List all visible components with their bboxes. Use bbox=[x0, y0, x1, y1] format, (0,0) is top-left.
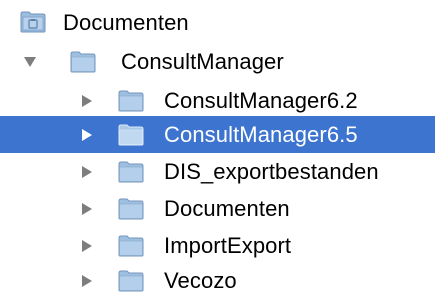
tree-item-vecozo[interactable]: Vecozo bbox=[0, 262, 435, 295]
tree-item-label: Documenten bbox=[63, 10, 189, 35]
disclosure-triangle-right-icon[interactable] bbox=[80, 165, 94, 179]
folder-icon bbox=[118, 90, 144, 112]
tree-item-label: ConsultManager bbox=[121, 49, 284, 74]
folder-icon bbox=[70, 51, 96, 73]
folder-icon bbox=[118, 161, 144, 183]
tree-item-importexport[interactable]: ImportExport bbox=[0, 227, 435, 264]
tree-item-consultmanager62[interactable]: ConsultManager6.2 bbox=[0, 82, 435, 119]
tree-item-label: ConsultManager6.5 bbox=[164, 122, 358, 147]
tree-item-documenten[interactable]: Documenten bbox=[0, 190, 435, 227]
tree-item-documenten-root[interactable]: Documenten bbox=[0, 4, 435, 41]
folder-tree: Documenten ConsultManager ConsultManager… bbox=[0, 0, 435, 295]
disclosure-triangle-right-icon[interactable] bbox=[80, 128, 94, 142]
folder-icon bbox=[118, 270, 144, 292]
tree-item-consultmanager65[interactable]: ConsultManager6.5 bbox=[0, 116, 435, 153]
tree-item-label: DIS_exportbestanden bbox=[164, 159, 379, 184]
folder-icon bbox=[118, 235, 144, 257]
disclosure-triangle-right-icon[interactable] bbox=[80, 94, 94, 108]
tree-item-consultmanager[interactable]: ConsultManager bbox=[0, 43, 435, 80]
tree-item-label: Documenten bbox=[164, 196, 290, 221]
documents-folder-icon bbox=[20, 11, 46, 33]
disclosure-triangle-down-icon[interactable] bbox=[23, 55, 37, 69]
disclosure-triangle-right-icon[interactable] bbox=[80, 274, 94, 288]
tree-item-label: ConsultManager6.2 bbox=[164, 88, 358, 113]
disclosure-triangle-right-icon[interactable] bbox=[80, 239, 94, 253]
tree-item-label: Vecozo bbox=[164, 268, 237, 293]
tree-item-label: ImportExport bbox=[164, 233, 292, 258]
folder-icon bbox=[118, 124, 144, 146]
tree-item-dis-exportbestanden[interactable]: DIS_exportbestanden bbox=[0, 153, 435, 190]
disclosure-triangle-right-icon[interactable] bbox=[80, 202, 94, 216]
folder-icon bbox=[118, 198, 144, 220]
